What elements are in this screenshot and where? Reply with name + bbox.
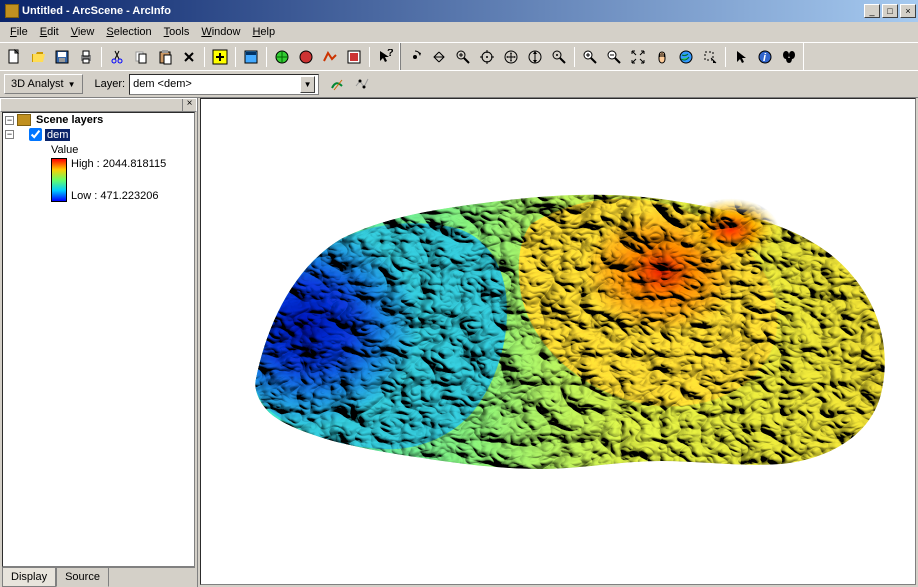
analyst-label: 3D Analyst xyxy=(11,78,64,90)
collapse-icon[interactable]: − xyxy=(5,130,14,139)
toc-layer-label: dem xyxy=(45,129,70,141)
tab-display[interactable]: Display xyxy=(2,568,56,587)
center-icon[interactable] xyxy=(476,46,498,68)
layer-visibility-checkbox[interactable] xyxy=(29,128,42,141)
new-file-icon[interactable] xyxy=(3,46,25,68)
toc-root-row[interactable]: − Scene layers xyxy=(3,113,194,127)
scene-props-icon[interactable] xyxy=(240,46,262,68)
toc-header: × xyxy=(0,98,197,112)
help-pointer-icon[interactable]: ? xyxy=(374,46,396,68)
app-icon xyxy=(5,4,19,18)
select-feature-icon[interactable] xyxy=(699,46,721,68)
main-area: × − Scene layers − dem Value High : 2044… xyxy=(0,98,918,587)
analyst-toolbar: 3D Analyst ▼ Layer: dem <dem> ▼ xyxy=(0,70,918,98)
delete-icon[interactable] xyxy=(178,46,200,68)
globe-zoom-icon[interactable] xyxy=(295,46,317,68)
interpolate-point-icon[interactable] xyxy=(351,73,373,95)
add-data-icon[interactable] xyxy=(209,46,231,68)
toc-color-ramp: High : 2044.818115 Low : 471.223206 xyxy=(51,158,194,202)
layer-value: dem <dem> xyxy=(133,78,192,90)
menu-window[interactable]: Window xyxy=(195,24,246,40)
full-extent-icon[interactable] xyxy=(627,46,649,68)
identify-icon[interactable]: i xyxy=(754,46,776,68)
chevron-down-icon[interactable]: ▼ xyxy=(300,76,315,93)
layer-label: Layer: xyxy=(95,78,126,90)
zoom-in-icon[interactable] xyxy=(452,46,474,68)
menu-bar: File Edit View Selection Tools Window He… xyxy=(0,22,918,42)
menu-view[interactable]: View xyxy=(65,24,101,40)
toc-layer-row[interactable]: − dem xyxy=(3,127,194,142)
rotate-icon[interactable] xyxy=(404,46,426,68)
close-button[interactable]: × xyxy=(900,4,916,18)
pointer-icon[interactable] xyxy=(730,46,752,68)
open-icon[interactable] xyxy=(27,46,49,68)
cut-icon[interactable] xyxy=(106,46,128,68)
color-ramp-icon xyxy=(51,158,67,202)
layer-combobox[interactable]: dem <dem> ▼ xyxy=(129,74,319,95)
main-toolbar: ? i xyxy=(0,42,918,70)
menu-edit[interactable]: Edit xyxy=(34,24,65,40)
ramp-high-label: High : 2044.818115 xyxy=(71,158,166,170)
paste-icon[interactable] xyxy=(154,46,176,68)
toc-value-label: Value xyxy=(51,142,194,158)
toc-tabs: Display Source xyxy=(2,567,195,587)
menu-selection[interactable]: Selection xyxy=(100,24,157,40)
pan-icon[interactable] xyxy=(651,46,673,68)
tab-source[interactable]: Source xyxy=(56,568,109,587)
menu-tools[interactable]: Tools xyxy=(158,24,196,40)
save-icon[interactable] xyxy=(51,46,73,68)
scene-viewport[interactable] xyxy=(200,98,916,585)
toc-root-label: Scene layers xyxy=(34,114,105,126)
globe-icon[interactable] xyxy=(675,46,697,68)
zoom-continuous-icon[interactable] xyxy=(428,46,450,68)
menu-file[interactable]: File xyxy=(4,24,34,40)
minimize-button[interactable]: _ xyxy=(864,4,880,18)
copy-icon[interactable] xyxy=(130,46,152,68)
find-icon[interactable] xyxy=(778,46,800,68)
menu-help[interactable]: Help xyxy=(246,24,281,40)
toc-tree[interactable]: − Scene layers − dem Value High : 2044.8… xyxy=(2,112,195,567)
globe-nav-icon[interactable] xyxy=(271,46,293,68)
toc-close-button[interactable]: × xyxy=(182,99,196,111)
window-title: Untitled - ArcScene - ArcInfo xyxy=(22,5,862,17)
svg-text:?: ? xyxy=(387,49,393,59)
ramp-low-label: Low : 471.223206 xyxy=(71,190,166,202)
zoom-box-out-icon[interactable] xyxy=(603,46,625,68)
maximize-button[interactable]: □ xyxy=(882,4,898,18)
zoom-target-icon[interactable] xyxy=(548,46,570,68)
scene-icon xyxy=(17,114,31,126)
box-icon[interactable] xyxy=(343,46,365,68)
pan-z-icon[interactable] xyxy=(524,46,546,68)
collapse-icon[interactable]: − xyxy=(5,116,14,125)
title-bar: Untitled - ArcScene - ArcInfo _ □ × xyxy=(0,0,918,22)
analyst-dropdown[interactable]: 3D Analyst ▼ xyxy=(4,74,83,94)
table-of-contents: × − Scene layers − dem Value High : 2044… xyxy=(0,98,198,587)
terrain-surface xyxy=(221,129,901,509)
interpolate-line-icon[interactable] xyxy=(327,73,349,95)
render-icon[interactable] xyxy=(319,46,341,68)
print-icon[interactable] xyxy=(75,46,97,68)
pan-xy-icon[interactable] xyxy=(500,46,522,68)
zoom-box-in-icon[interactable] xyxy=(579,46,601,68)
